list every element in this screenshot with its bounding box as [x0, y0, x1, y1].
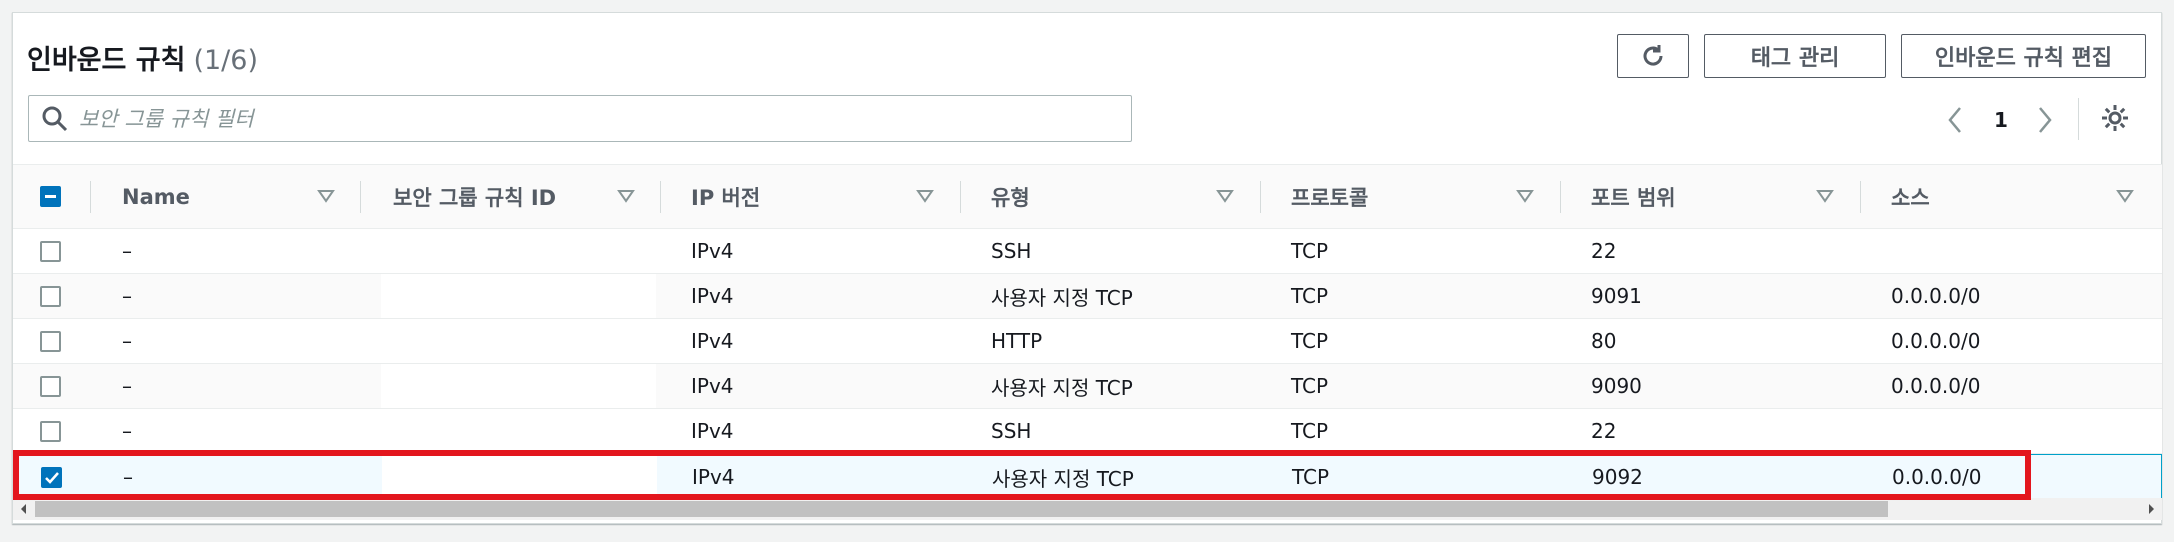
cell-name: –: [122, 374, 132, 398]
current-page-number[interactable]: 1: [1990, 100, 2012, 140]
settings-gear-icon[interactable]: [2100, 103, 2130, 133]
scroll-left-arrow-icon[interactable]: [17, 502, 31, 516]
table-row-selected[interactable]: – IPv4 사용자 지정 TCP TCP 9092 0.0.0.0/0: [13, 454, 2162, 499]
cell-source: 0.0.0.0/0: [1891, 374, 1981, 398]
cell-port-range: 9092: [1592, 465, 1643, 489]
column-divider: [960, 181, 961, 213]
chevron-left-icon: [1948, 107, 1961, 133]
cell-source: 0.0.0.0/0: [1891, 284, 1981, 308]
sort-caret-icon[interactable]: [2116, 189, 2134, 203]
redacted-rule-id: [381, 409, 656, 453]
column-divider: [1560, 181, 1561, 213]
cell-name: –: [122, 419, 132, 443]
redacted-rule-id: [382, 455, 657, 498]
cell-type: SSH: [991, 239, 1032, 263]
cell-protocol: TCP: [1291, 239, 1329, 263]
cell-port-range: 80: [1591, 329, 1617, 353]
cell-ip-version: IPv4: [691, 419, 734, 443]
cell-port-range: 22: [1591, 239, 1617, 263]
table-row[interactable]: – IPv4 사용자 지정 TCP TCP 9090 0.0.0.0/0: [13, 364, 2162, 409]
cell-ip-version: IPv4: [691, 374, 734, 398]
redacted-rule-id: [381, 274, 656, 318]
cell-name: –: [122, 239, 132, 263]
redacted-rule-id: [381, 319, 656, 363]
cell-ip-version: IPv4: [691, 284, 734, 308]
redacted-rule-id: [381, 229, 656, 273]
sort-caret-icon[interactable]: [1216, 189, 1234, 203]
row-checkbox[interactable]: [40, 376, 61, 397]
row-checkbox[interactable]: [40, 286, 61, 307]
cell-port-range: 22: [1591, 419, 1617, 443]
column-header-protocol[interactable]: 프로토콜: [1291, 165, 1368, 229]
edit-inbound-rules-button[interactable]: 인바운드 규칙 편집: [1901, 34, 2146, 78]
cell-type: 사용자 지정 TCP: [992, 466, 1134, 491]
cell-ip-version: IPv4: [691, 239, 734, 263]
next-page-button[interactable]: [2032, 100, 2060, 140]
sort-caret-icon[interactable]: [1816, 189, 1834, 203]
page-title: 인바운드 규칙 (1/6): [27, 38, 258, 77]
cell-type: SSH: [991, 419, 1032, 443]
table-row[interactable]: – IPv4 SSH TCP 22: [13, 409, 2162, 454]
horizontal-scrollbar[interactable]: [13, 498, 2162, 520]
sort-caret-icon[interactable]: [617, 189, 635, 203]
cell-protocol: TCP: [1292, 465, 1330, 489]
chevron-right-icon: [2039, 107, 2052, 133]
cell-type: HTTP: [991, 329, 1043, 353]
column-divider: [1260, 181, 1261, 213]
redacted-rule-id: [381, 364, 656, 408]
cell-source: 0.0.0.0/0: [1891, 329, 1981, 353]
table-row[interactable]: – IPv4 사용자 지정 TCP TCP 9091 0.0.0.0/0: [13, 274, 2162, 319]
cell-protocol: TCP: [1291, 374, 1329, 398]
cell-source: 0.0.0.0/0: [1892, 465, 1982, 489]
scroll-right-arrow-icon[interactable]: [2144, 502, 2158, 516]
table-row[interactable]: – IPv4 SSH TCP 22: [13, 229, 2162, 274]
search-input[interactable]: [79, 106, 1119, 131]
column-divider: [1860, 181, 1861, 213]
cell-port-range: 9091: [1591, 284, 1642, 308]
cell-protocol: TCP: [1291, 284, 1329, 308]
scrollbar-thumb[interactable]: [35, 501, 1888, 517]
refresh-button[interactable]: [1617, 34, 1689, 78]
cell-type: 사용자 지정 TCP: [991, 285, 1133, 310]
cell-name: –: [122, 329, 132, 353]
sort-caret-icon[interactable]: [317, 189, 335, 203]
column-header-type[interactable]: 유형: [991, 165, 1030, 229]
search-box[interactable]: [28, 95, 1132, 142]
column-divider: [90, 181, 91, 213]
cell-name: –: [123, 465, 133, 489]
column-header-source[interactable]: 소스: [1891, 165, 1930, 229]
row-checkbox[interactable]: [40, 331, 61, 352]
title-text: 인바운드 규칙: [27, 45, 186, 76]
cell-ip-version: IPv4: [692, 465, 735, 489]
refresh-icon: [1643, 45, 1663, 66]
cell-type: 사용자 지정 TCP: [991, 375, 1133, 400]
sort-caret-icon[interactable]: [1516, 189, 1534, 203]
inbound-rules-table: Name 보안 그룹 규칙 ID IP 버전 유형 프로토콜 포트 범위 소스 …: [13, 164, 2162, 499]
cell-protocol: TCP: [1291, 329, 1329, 353]
column-header-ip-version[interactable]: IP 버전: [691, 165, 760, 229]
search-icon: [42, 106, 68, 131]
row-checkbox[interactable]: [40, 241, 61, 262]
select-all-checkbox[interactable]: [40, 186, 61, 207]
cell-ip-version: IPv4: [691, 329, 734, 353]
column-header-name[interactable]: Name: [122, 165, 190, 229]
cell-name: –: [122, 284, 132, 308]
cell-protocol: TCP: [1291, 419, 1329, 443]
column-divider: [360, 181, 361, 213]
manage-tags-button[interactable]: 태그 관리: [1704, 34, 1886, 78]
previous-page-button[interactable]: [1944, 100, 1972, 140]
sort-caret-icon[interactable]: [916, 189, 934, 203]
cell-port-range: 9090: [1591, 374, 1642, 398]
table-row[interactable]: – IPv4 HTTP TCP 80 0.0.0.0/0: [13, 319, 2162, 364]
column-header-rule-id[interactable]: 보안 그룹 규칙 ID: [393, 165, 556, 229]
row-checkbox[interactable]: [40, 421, 61, 442]
row-checkbox-checked[interactable]: [41, 467, 62, 488]
checkmark-icon: [45, 472, 59, 484]
table-header: Name 보안 그룹 규칙 ID IP 버전 유형 프로토콜 포트 범위 소스: [13, 165, 2162, 229]
column-header-port-range[interactable]: 포트 범위: [1591, 165, 1676, 229]
column-divider: [660, 181, 661, 213]
selection-count: (1/6): [193, 45, 258, 76]
pager-divider: [2078, 98, 2079, 140]
